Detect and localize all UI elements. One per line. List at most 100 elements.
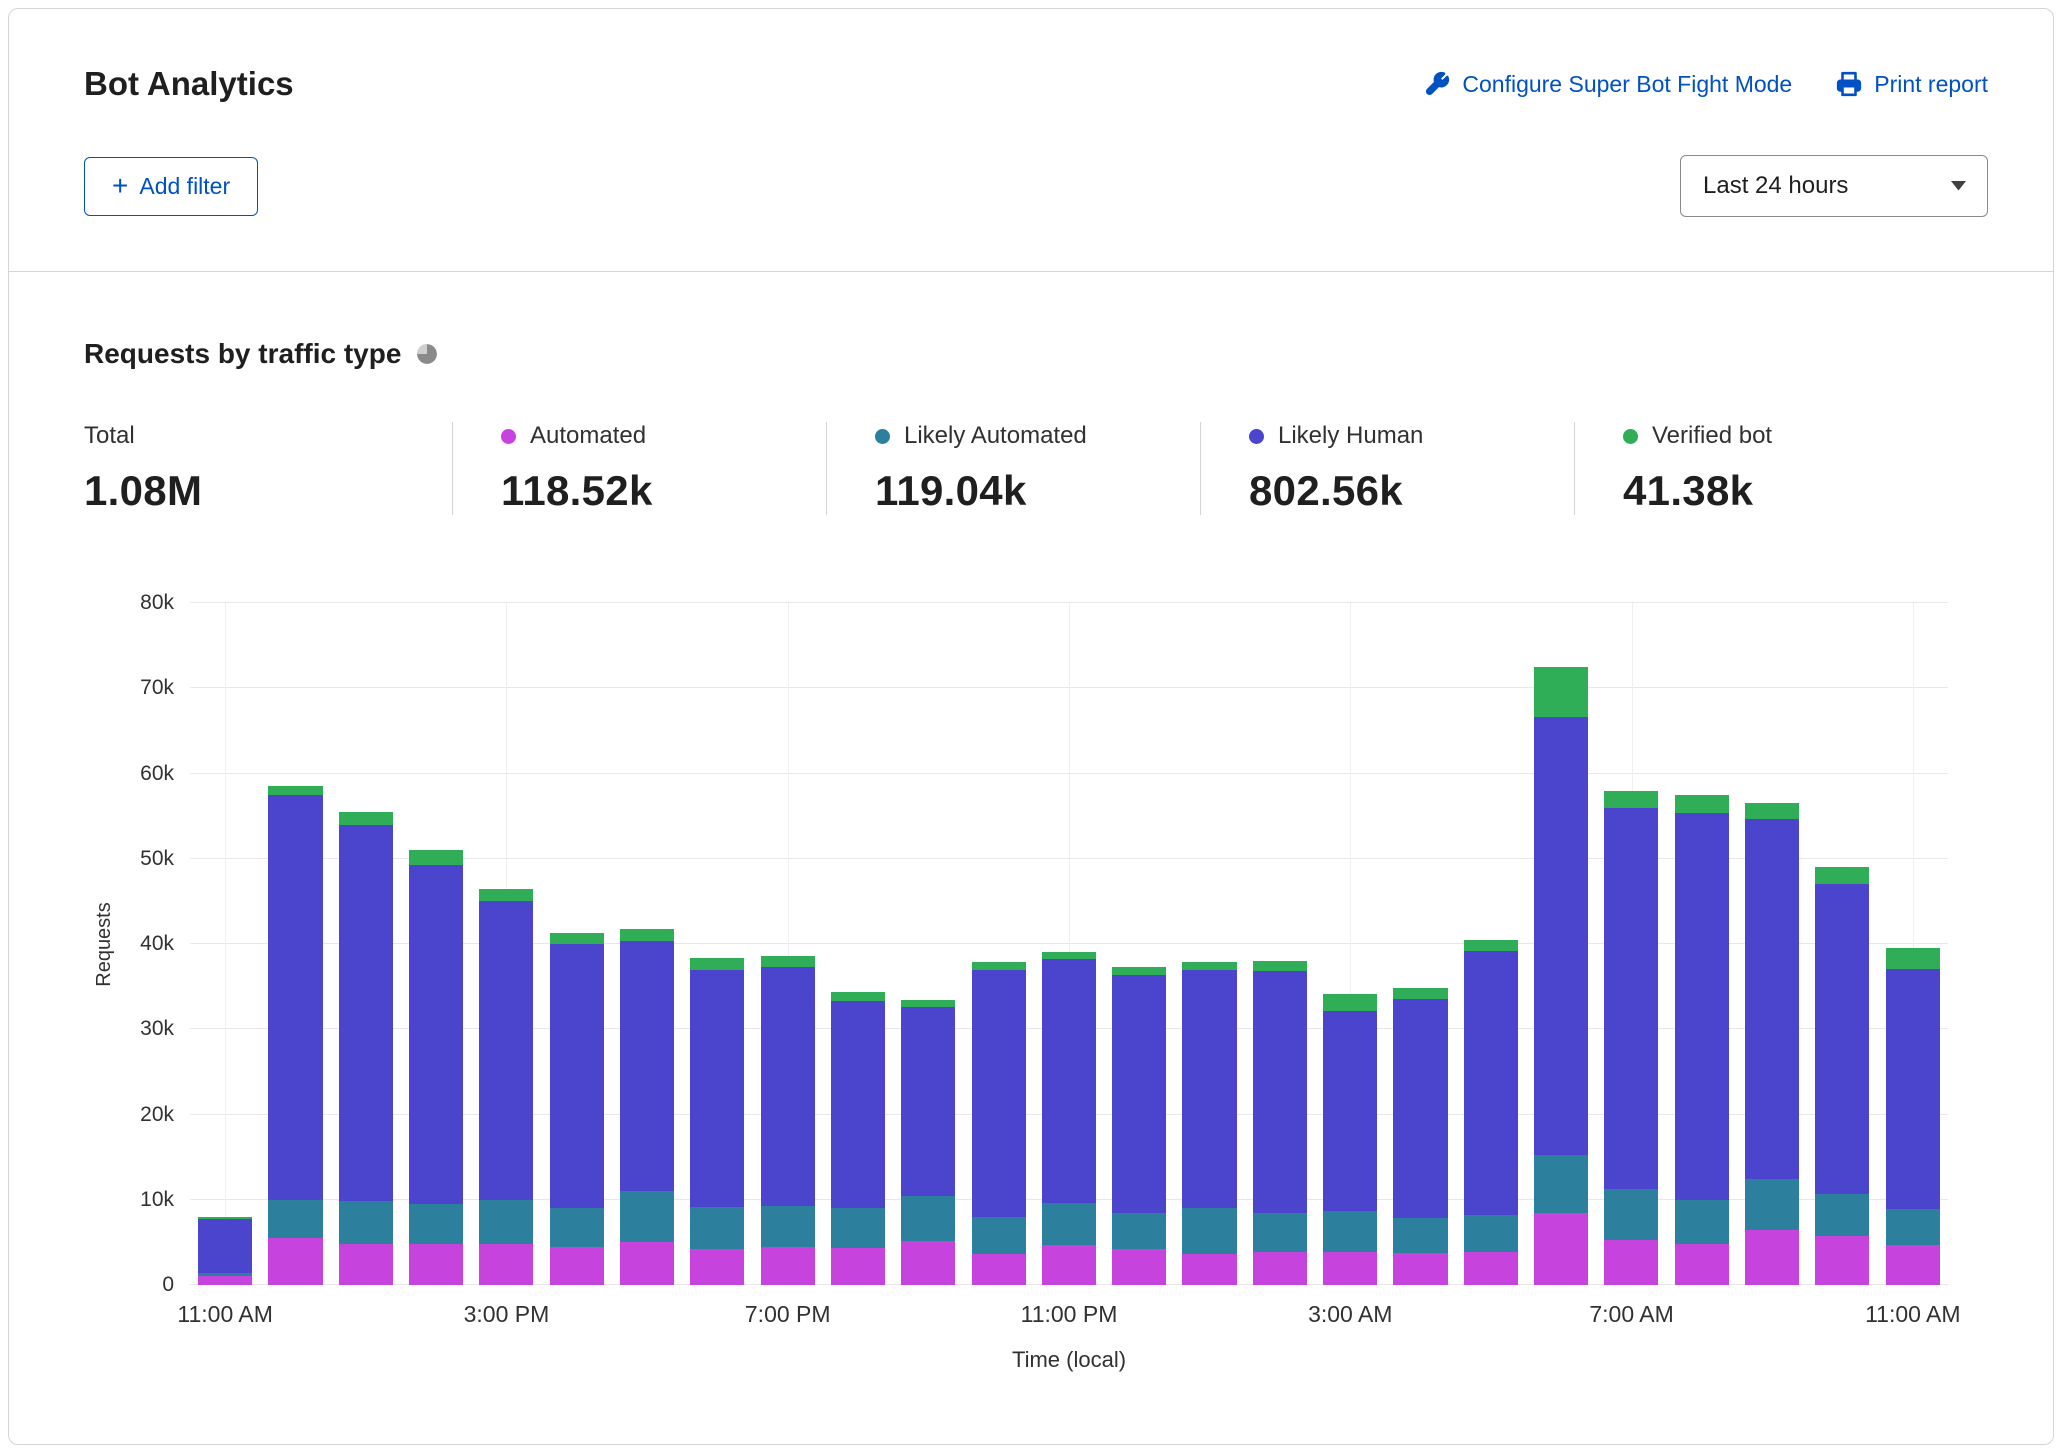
stacked-bar-17[interactable] [1393, 603, 1447, 1285]
segment-automated [1182, 1254, 1236, 1285]
stacked-bar-18[interactable] [1464, 603, 1518, 1285]
segment-automated [1886, 1245, 1940, 1285]
stat-value: 41.38k [1623, 467, 1932, 515]
stacked-bar-9[interactable] [831, 603, 885, 1285]
segment-automated [1323, 1252, 1377, 1285]
stacked-bar-23[interactable] [1815, 603, 1869, 1285]
segment-likely-human [1182, 970, 1236, 1208]
stacked-bar-11[interactable] [972, 603, 1026, 1285]
chevron-down-icon [1950, 181, 1967, 191]
stacked-bar-14[interactable] [1182, 603, 1236, 1285]
x-tick-label: 11:00 PM [1021, 1301, 1118, 1328]
segment-verified-bot [972, 962, 1026, 971]
segment-likely-human [1323, 1011, 1377, 1210]
stacked-bar-8[interactable] [761, 603, 815, 1285]
requests-chart: Requests 010k20k30k40k50k60k70k80k 11:00… [84, 603, 1948, 1373]
bar-slot [753, 603, 823, 1285]
stacked-bar-22[interactable] [1745, 603, 1799, 1285]
stacked-bar-13[interactable] [1112, 603, 1166, 1285]
segment-likely-automated [1042, 1203, 1096, 1245]
bar-slot [1385, 603, 1455, 1285]
segment-automated [1253, 1252, 1307, 1285]
segment-verified-bot [1675, 795, 1729, 813]
bar-slot [1807, 603, 1877, 1285]
segment-likely-human [1745, 819, 1799, 1180]
stacked-bar-19[interactable] [1534, 603, 1588, 1285]
segment-automated [198, 1276, 252, 1285]
segment-likely-human [901, 1007, 955, 1196]
stacked-bar-21[interactable] [1675, 603, 1729, 1285]
segment-likely-human [268, 795, 322, 1200]
card-header: Bot Analytics Configure Super Bot Fight … [9, 9, 2053, 272]
bar-slot [893, 603, 963, 1285]
bar-slot [1596, 603, 1666, 1285]
segment-likely-human [1815, 884, 1869, 1193]
y-tick-label: 30k [140, 1017, 174, 1041]
time-range-dropdown[interactable]: Last 24 hours [1680, 155, 1988, 217]
configure-super-bot-fight-mode-link[interactable]: Configure Super Bot Fight Mode [1424, 71, 1792, 98]
segment-automated [339, 1244, 393, 1285]
segment-automated [1112, 1249, 1166, 1285]
stacked-bar-24[interactable] [1886, 603, 1940, 1285]
page-title: Bot Analytics [84, 65, 294, 103]
bar-slot [190, 603, 260, 1285]
segment-likely-human [761, 967, 815, 1206]
segment-likely-automated [1675, 1200, 1729, 1244]
segment-likely-automated [1534, 1155, 1588, 1213]
segment-likely-automated [339, 1201, 393, 1244]
segment-verified-bot [1253, 961, 1307, 971]
segment-likely-human [198, 1219, 252, 1274]
stacked-bar-0[interactable] [198, 603, 252, 1285]
segment-automated [690, 1249, 744, 1285]
print-report-link[interactable]: Print report [1836, 71, 1988, 98]
stacked-bar-20[interactable] [1604, 603, 1658, 1285]
segment-likely-automated [831, 1208, 885, 1248]
stacked-bar-12[interactable] [1042, 603, 1096, 1285]
segment-likely-automated [761, 1206, 815, 1247]
segment-likely-human [339, 825, 393, 1202]
likely-automated-legend-dot [875, 429, 890, 444]
bar-slot [1737, 603, 1807, 1285]
segment-verified-bot [1464, 940, 1518, 951]
segment-likely-automated [268, 1200, 322, 1238]
bar-slot [1245, 603, 1315, 1285]
stacked-bar-7[interactable] [690, 603, 744, 1285]
stacked-bar-16[interactable] [1323, 603, 1377, 1285]
stat-value: 119.04k [875, 467, 1184, 515]
segment-automated [550, 1247, 604, 1285]
stacked-bar-2[interactable] [339, 603, 393, 1285]
stacked-bar-10[interactable] [901, 603, 955, 1285]
segment-likely-human [1675, 813, 1729, 1200]
segment-automated [1675, 1244, 1729, 1285]
segment-likely-automated [1253, 1213, 1307, 1251]
segment-automated [1745, 1230, 1799, 1285]
segment-verified-bot [1393, 988, 1447, 999]
stacked-bar-6[interactable] [620, 603, 674, 1285]
segment-likely-automated [1886, 1209, 1940, 1245]
segment-likely-automated [1112, 1213, 1166, 1250]
segment-automated [409, 1244, 463, 1285]
segment-likely-human [1534, 717, 1588, 1154]
stacked-bar-15[interactable] [1253, 603, 1307, 1285]
bar-slot [542, 603, 612, 1285]
stacked-bar-3[interactable] [409, 603, 463, 1285]
stacked-bar-1[interactable] [268, 603, 322, 1285]
segment-likely-human [831, 1001, 885, 1208]
add-filter-button[interactable]: + Add filter [84, 157, 258, 216]
segment-verified-bot [550, 933, 604, 944]
segment-likely-automated [690, 1207, 744, 1250]
bar-slot [682, 603, 752, 1285]
segment-likely-automated [1182, 1208, 1236, 1254]
stacked-bar-4[interactable] [479, 603, 533, 1285]
stacked-bar-5[interactable] [550, 603, 604, 1285]
section-heading: Requests by traffic type [84, 338, 401, 370]
stat-label: Total [84, 422, 135, 450]
segment-likely-automated [1464, 1215, 1518, 1252]
y-tick-label: 40k [140, 932, 174, 956]
y-tick-label: 20k [140, 1103, 174, 1127]
stat-automated: Automated 118.52k [452, 422, 826, 515]
bar-slot [471, 603, 541, 1285]
segment-likely-human [1886, 969, 1940, 1209]
segment-automated [901, 1241, 955, 1285]
y-tick-label: 0 [162, 1273, 174, 1297]
